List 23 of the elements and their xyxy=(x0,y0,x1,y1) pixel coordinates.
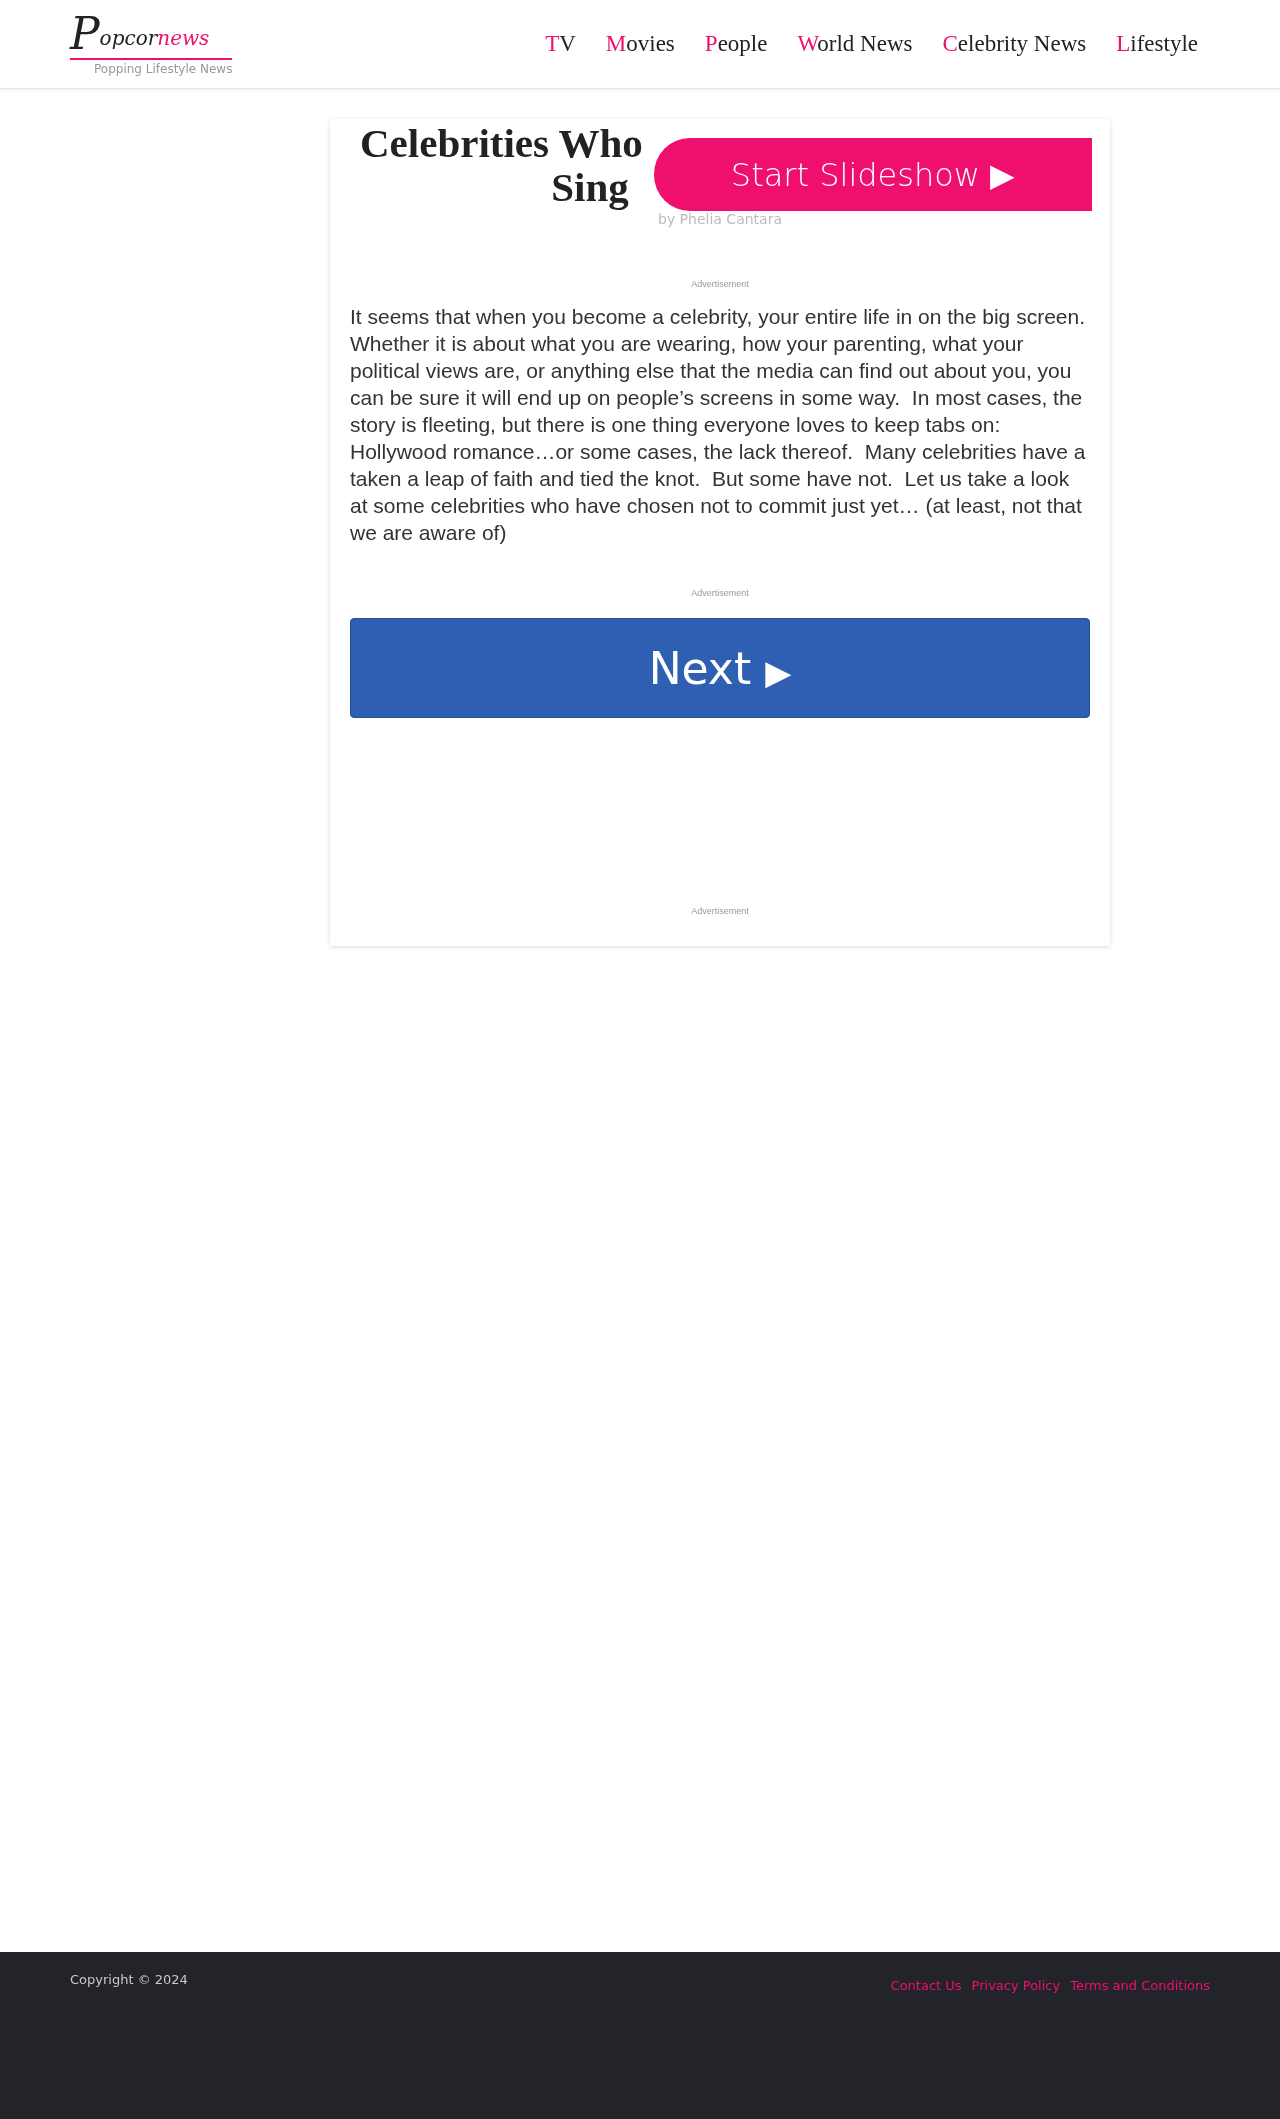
nav-link[interactable]: TV xyxy=(545,31,576,57)
logo-tagline: Popping Lifestyle News xyxy=(94,62,234,76)
advertisement-label: Advertisement xyxy=(691,279,749,289)
logo-accent: news xyxy=(157,26,210,50)
next-button[interactable]: Next ▶ xyxy=(350,618,1090,718)
site-logo[interactable]: Popcornews Popping Lifestyle News xyxy=(70,12,240,76)
footer-link[interactable]: Contact Us xyxy=(890,1978,962,1993)
nav-link[interactable]: People xyxy=(704,31,768,57)
copyright-text: Copyright © 2024 xyxy=(70,1972,188,1987)
footer-link[interactable]: Terms and Conditions xyxy=(1070,1978,1210,1993)
article-body: It seems that when you become a celebrity, your entire life in on the big screen. Whether it is about what you are wearing, how your parenting, what your political views are, or anything else that the media can find out about you, you can be sure it will end up on people’s screens in some way. In most cases, the story is fleeting, but there is one thing everyone loves to keep tabs on: Hollywood romance…or some cases, the lack thereof. Many celebrities have a taken a leap of faith and tied the knot. But some have not. Let us take a look at some celebrities who have chosen not to commit just yet… (at least, not that we are aware of) xyxy=(350,304,1087,546)
nav-link[interactable]: Celebrity News xyxy=(942,31,1087,57)
advertisement-label: Advertisement xyxy=(691,588,749,598)
advertisement-label: Advertisement xyxy=(691,906,749,916)
nav-link[interactable]: Lifestyle xyxy=(1116,31,1198,57)
logo-name: opcor xyxy=(99,26,158,50)
nav-link[interactable]: World News xyxy=(797,31,913,57)
logo-initial: P xyxy=(70,12,100,56)
start-slideshow-button[interactable]: Start Slideshow ▶ xyxy=(654,138,1092,211)
nav-link[interactable]: Movies xyxy=(605,31,675,57)
footer-link[interactable]: Privacy Policy xyxy=(971,1978,1061,1993)
article-title: Celebrities Who Sing xyxy=(360,119,643,209)
byline: by Phelia Cantara xyxy=(658,211,782,227)
